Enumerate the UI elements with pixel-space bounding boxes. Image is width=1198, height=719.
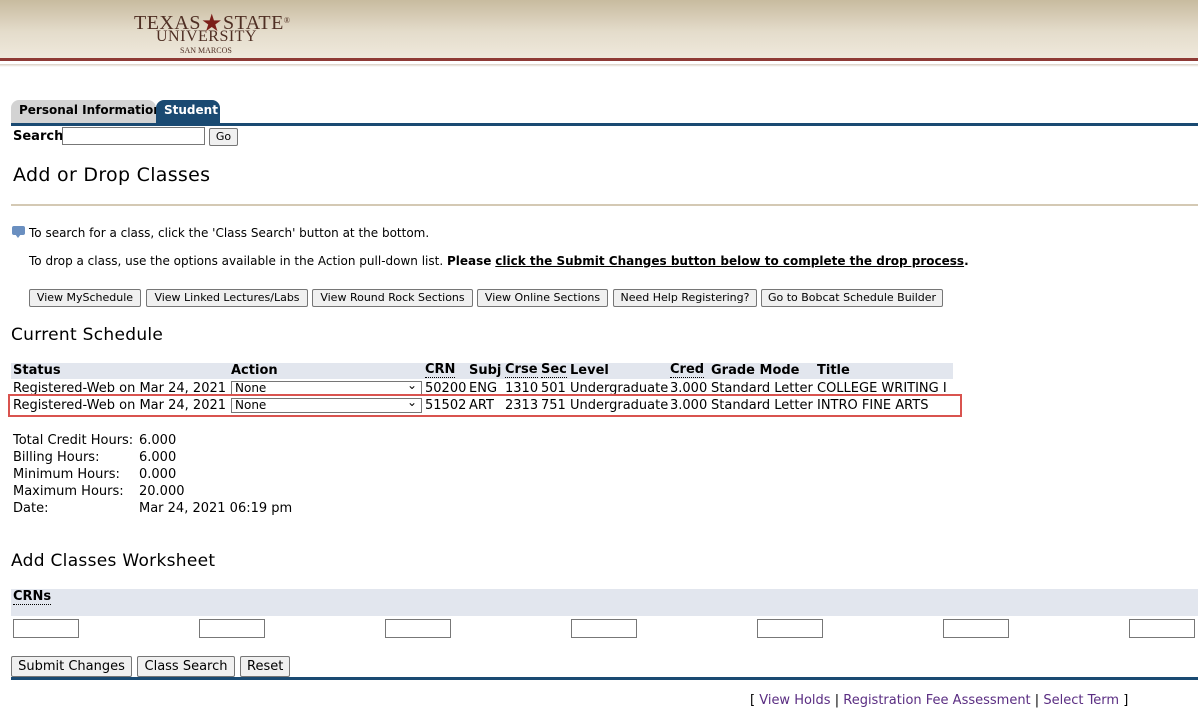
billing-hours-value: 6.000	[139, 450, 177, 465]
info-text-drop: To drop a class, use the options availab…	[29, 254, 969, 268]
col-action: Action	[231, 363, 278, 378]
site-banner: TEXAS★STATE® UNIVERSITY SAN MARCOS	[0, 0, 1198, 61]
col-cred: Cred	[670, 362, 705, 378]
bottom-divider	[11, 677, 1198, 680]
registration-fee-assessment-link[interactable]: Registration Fee Assessment	[843, 693, 1030, 708]
minimum-hours-value: 0.000	[139, 467, 177, 482]
view-linked-lectures-button[interactable]: View Linked Lectures/Labs	[146, 289, 308, 307]
table-row: Registered-Web on Mar 24, 2021 None 5020…	[11, 379, 959, 397]
tab-divider	[11, 123, 1198, 126]
bobcat-schedule-builder-button[interactable]: Go to Bobcat Schedule Builder	[761, 289, 943, 307]
total-credit-hours-value: 6.000	[139, 433, 177, 448]
crn-input-2[interactable]	[199, 619, 265, 638]
minimum-hours-label: Minimum Hours:	[13, 467, 120, 482]
col-subj: Subj	[469, 363, 502, 378]
maximum-hours-label: Maximum Hours:	[13, 484, 124, 499]
billing-hours-label: Billing Hours:	[13, 450, 100, 465]
footer-links: [ View Holds | Registration Fee Assessme…	[750, 693, 1129, 708]
col-crn: CRN	[425, 362, 456, 378]
action-select[interactable]: None	[231, 379, 422, 396]
search-go-button[interactable]: Go	[209, 128, 238, 146]
crn-header	[11, 589, 1198, 616]
search-input[interactable]	[62, 127, 205, 145]
table-row-highlighted: Registered-Web on Mar 24, 2021 None 5150…	[8, 394, 962, 417]
col-grade-mode: Grade Mode	[711, 363, 800, 378]
col-title: Title	[817, 363, 850, 378]
total-credit-hours-label: Total Credit Hours:	[13, 433, 134, 448]
view-myschedule-button[interactable]: View MySchedule	[29, 289, 141, 307]
current-schedule-heading: Current Schedule	[11, 325, 164, 345]
submit-instruction-link[interactable]: click the Submit Changes button below to…	[495, 254, 964, 268]
col-sec: Sec	[541, 362, 567, 378]
add-classes-worksheet-heading: Add Classes Worksheet	[11, 551, 216, 571]
info-speech-icon	[12, 226, 25, 238]
crn-input-6[interactable]	[943, 619, 1009, 638]
crn-input-4[interactable]	[571, 619, 637, 638]
col-level: Level	[570, 363, 609, 378]
view-round-rock-button[interactable]: View Round Rock Sections	[312, 289, 473, 307]
info-text-search: To search for a class, click the 'Class …	[29, 226, 430, 240]
select-term-link[interactable]: Select Term	[1043, 693, 1119, 708]
need-help-button[interactable]: Need Help Registering?	[613, 289, 757, 307]
crn-input-7[interactable]	[1129, 619, 1195, 638]
title-divider	[11, 204, 1198, 206]
view-holds-link[interactable]: View Holds	[759, 693, 830, 708]
date-value: Mar 24, 2021 06:19 pm	[139, 501, 293, 516]
tab-student[interactable]: Student	[156, 100, 220, 123]
crn-input-5[interactable]	[757, 619, 823, 638]
university-logo[interactable]: TEXAS★STATE® UNIVERSITY SAN MARCOS	[128, 6, 293, 56]
col-status: Status	[13, 363, 61, 378]
class-search-button[interactable]: Class Search	[137, 656, 235, 677]
reset-button[interactable]: Reset	[240, 656, 290, 677]
crn-input-3[interactable]	[385, 619, 451, 638]
page-title: Add or Drop Classes	[13, 164, 211, 186]
action-select[interactable]: None	[231, 396, 422, 413]
view-online-sections-button[interactable]: View Online Sections	[477, 289, 608, 307]
col-crse: Crse	[505, 362, 538, 378]
tab-personal-information[interactable]: Personal Information	[11, 100, 162, 123]
date-label: Date:	[13, 501, 49, 516]
search-label: Search	[13, 129, 64, 144]
crns-label: CRNs	[13, 589, 52, 605]
submit-changes-button[interactable]: Submit Changes	[11, 656, 132, 677]
maximum-hours-value: 20.000	[139, 484, 185, 499]
crn-input-1[interactable]	[13, 619, 79, 638]
